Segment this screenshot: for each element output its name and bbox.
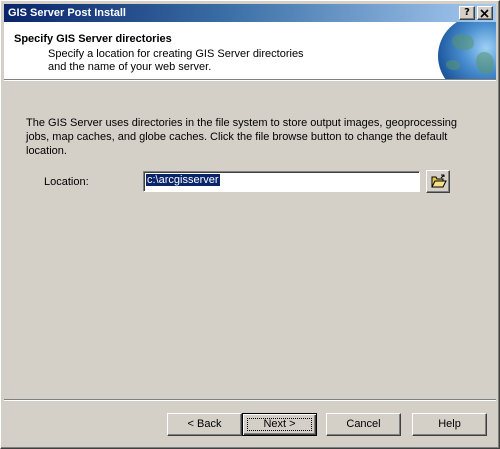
header-subtitle-line1: Specify a location for creating GIS Serv… [48,48,304,60]
window-title: GIS Server Post Install [8,7,126,19]
help-button-label: Help [438,418,461,430]
open-folder-icon [431,174,447,188]
help-button[interactable]: Help [412,413,487,436]
description-text: The GIS Server uses directories in the f… [26,117,458,157]
back-button-label: < Back [187,418,222,430]
globe-land-shape [476,52,494,74]
title-help-button[interactable]: ? [459,6,475,20]
globe-land-shape [452,34,474,50]
browse-button[interactable] [426,170,450,193]
globe-land-shape [446,60,460,70]
header-title: Specify GIS Server directories [14,33,172,45]
next-button-label: Next > [263,418,296,430]
location-input-value: c:\arcgisserver [146,174,220,186]
back-button[interactable]: < Back [167,413,242,436]
cancel-button-label: Cancel [346,418,381,430]
header-subtitle-line2: and the name of your web server. [48,61,212,73]
cancel-button[interactable]: Cancel [326,413,401,436]
location-label: Location: [44,176,89,188]
location-label-text: Location: [44,176,89,188]
close-icon [480,9,489,18]
title-close-button[interactable] [477,6,493,20]
next-button[interactable]: Next > [242,413,317,436]
title-bar[interactable]: GIS Server Post Install ? [4,4,496,22]
location-input[interactable]: c:\arcgisserver [143,171,420,192]
header-divider-highlight [4,80,496,81]
footer-divider-highlight [4,400,496,401]
wizard-header: Specify GIS Server directories Specify a… [4,22,496,79]
dialog-window: GIS Server Post Install ? Specify GIS Se… [0,0,500,449]
header-subtitle: Specify a location for creating GIS Serv… [48,48,304,74]
globe-icon [438,22,496,79]
